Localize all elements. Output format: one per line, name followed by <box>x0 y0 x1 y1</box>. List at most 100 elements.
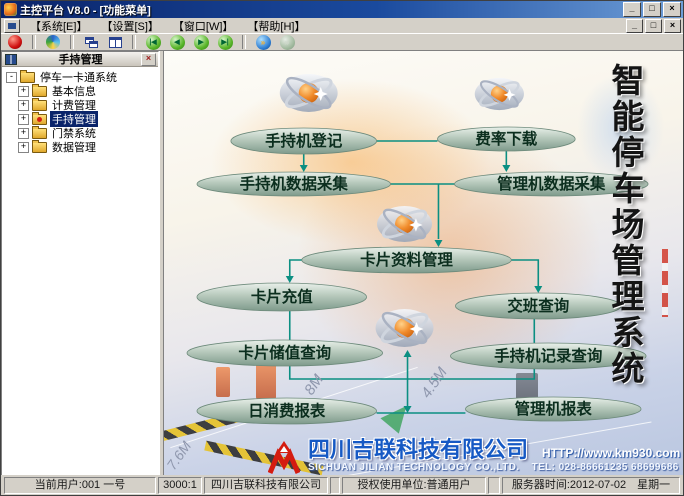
expander-plus-icon[interactable] <box>18 114 29 125</box>
expander-plus-icon[interactable] <box>18 100 29 111</box>
status-license: 授权使用单位:普通用户 <box>342 477 486 494</box>
svg-text:手持机记录查询: 手持机记录查询 <box>494 346 602 365</box>
minimize-button[interactable]: _ <box>623 2 641 17</box>
status-current-user: 当前用户:001 一号 <box>4 477 156 494</box>
folder-icon <box>32 128 47 139</box>
node-card-recharge[interactable]: 卡片充值 <box>197 283 367 311</box>
node-daily-report[interactable]: 日消费报表 <box>197 398 377 424</box>
expander-plus-icon[interactable] <box>18 86 29 97</box>
restore-button[interactable]: □ <box>643 2 661 17</box>
panel-grid-icon <box>5 54 17 65</box>
svg-text:卡片资料管理: 卡片资料管理 <box>360 250 453 269</box>
company-name-cn: 四川吉联科技有限公司 <box>308 439 528 461</box>
plan-measure-label: 8M <box>301 371 327 398</box>
svg-text:费率下载: 费率下载 <box>475 129 537 148</box>
company-name-en: SICHUAN JILIAN TECHNOLOGY CO.,LTD. <box>308 462 520 473</box>
sidebar: 手持管理 × 停车一卡通系统 基本信息 计费管理 <box>1 51 159 477</box>
tree-root[interactable]: 停车一卡通系统 <box>6 70 158 84</box>
nav-first-icon: |◀ <box>146 35 161 50</box>
node-handheld-data-collect[interactable]: 手持机数据采集 <box>197 172 391 196</box>
expander-plus-icon[interactable] <box>18 142 29 153</box>
cascade-icon <box>85 37 98 48</box>
atom-logo <box>475 77 524 111</box>
child-close-button[interactable]: × <box>664 19 681 33</box>
nav-prev-icon: ◀ <box>170 35 185 50</box>
nav-tree: 停车一卡通系统 基本信息 计费管理 手持管理 <box>2 67 158 476</box>
sidebar-close-button[interactable]: × <box>141 53 156 66</box>
vertical-system-title: 智能停车场管理系统 <box>601 63 649 408</box>
svg-text:管理机报表: 管理机报表 <box>515 399 593 418</box>
status-spacer <box>330 477 340 494</box>
cascade-windows-button[interactable] <box>81 34 101 50</box>
toolbar: |◀ ◀ ▶ ▶| » » <box>1 33 683 51</box>
nav-last-icon: ▶| <box>218 35 233 50</box>
tree-item-billing[interactable]: 计费管理 <box>6 98 158 112</box>
folder-icon <box>32 142 47 153</box>
window-title: 主控平台 V8.0 - [功能菜单] <box>20 2 623 18</box>
tile-icon <box>109 37 122 48</box>
folder-icon <box>20 72 35 83</box>
function-menu-canvas: 手持机登记 费率下载 手持机数据采集 管理机数据采集 卡片资料管理 <box>164 51 683 477</box>
node-handheld-register[interactable]: 手持机登记 <box>231 128 377 154</box>
exit-button[interactable] <box>5 34 25 50</box>
tree-item-data-manage[interactable]: 数据管理 <box>6 140 158 154</box>
svg-text:日消费报表: 日消费报表 <box>248 401 326 420</box>
company-banner: 四川吉联科技有限公司 HTTP://www.km930.com SICHUAN … <box>268 439 683 477</box>
menu-bar: 【系统[E]】 【设置[S]】 【窗口[W]】 【帮助[H]】 _ □ × <box>1 18 683 33</box>
nav-next-button[interactable]: ▶ <box>191 34 211 50</box>
expander-plus-icon[interactable] <box>18 128 29 139</box>
tree-item-handheld[interactable]: 手持管理 <box>6 112 158 126</box>
svg-text:管理机数据采集: 管理机数据采集 <box>497 174 606 193</box>
atom-logo <box>376 308 434 348</box>
company-logo-icon <box>268 441 300 475</box>
svg-text:手持机登记: 手持机登记 <box>265 131 343 150</box>
web-disabled-button: » <box>277 34 297 50</box>
child-minimize-button[interactable]: _ <box>626 19 643 33</box>
tile-windows-button[interactable] <box>105 34 125 50</box>
exit-icon <box>8 35 22 49</box>
folder-icon <box>32 86 47 97</box>
folder-icon <box>32 100 47 111</box>
status-spacer <box>488 477 500 494</box>
refresh-icon <box>46 35 60 49</box>
expander-minus-icon[interactable] <box>6 72 17 83</box>
nav-next-icon: ▶ <box>194 35 209 50</box>
child-window-icon[interactable] <box>4 19 20 33</box>
node-card-balance-query[interactable]: 卡片储值查询 <box>187 340 383 366</box>
close-button[interactable]: × <box>663 2 681 17</box>
tree-item-basic-info[interactable]: 基本信息 <box>6 84 158 98</box>
atom-logo <box>377 205 432 243</box>
main-window: 主控平台 V8.0 - [功能菜单] _ □ × 【系统[E]】 【设置[S]】… <box>0 0 684 496</box>
nav-prev-button[interactable]: ◀ <box>167 34 187 50</box>
plan-measure-label: 4.5M <box>418 364 451 401</box>
title-bar: 主控平台 V8.0 - [功能菜单] _ □ × <box>1 1 683 18</box>
menu-system[interactable]: 【系统[E]】 <box>23 18 94 34</box>
app-icon <box>4 3 17 16</box>
web-button[interactable]: » <box>253 34 273 50</box>
svg-text:交班查询: 交班查询 <box>507 296 569 315</box>
atom-logo <box>280 73 338 113</box>
web-disabled-icon: » <box>280 35 295 50</box>
status-server-time: 服务器时间:2012-07-02 星期一 <box>502 477 680 494</box>
svg-text:卡片充值: 卡片充值 <box>251 287 313 306</box>
node-card-info-manage[interactable]: 卡片资料管理 <box>302 247 512 273</box>
sidebar-header: 手持管理 × <box>2 52 158 67</box>
node-rate-download[interactable]: 费率下载 <box>437 127 575 151</box>
tree-item-access-control[interactable]: 门禁系统 <box>6 126 158 140</box>
menu-window[interactable]: 【窗口[W]】 <box>166 18 241 34</box>
web-icon: » <box>256 35 271 50</box>
status-bar: 当前用户:001 一号 3000:1 四川吉联科技有限公司 授权使用单位:普通用… <box>1 475 683 495</box>
plan-measure-label: 7.6M <box>164 438 194 473</box>
nav-last-button[interactable]: ▶| <box>215 34 235 50</box>
menu-settings[interactable]: 【设置[S]】 <box>94 18 165 34</box>
company-tel: TEL: 028-86661235 68699686 <box>532 462 679 473</box>
menu-help[interactable]: 【帮助[H]】 <box>240 18 312 34</box>
node-shift-query[interactable]: 交班查询 <box>455 293 621 319</box>
nav-first-button[interactable]: |◀ <box>143 34 163 50</box>
svg-text:手持机数据采集: 手持机数据采集 <box>240 174 349 193</box>
company-url[interactable]: HTTP://www.km930.com <box>542 446 680 460</box>
sidebar-title: 手持管理 <box>20 51 141 67</box>
refresh-button[interactable] <box>43 34 63 50</box>
svg-text:卡片储值查询: 卡片储值查询 <box>238 343 331 362</box>
child-restore-button[interactable]: □ <box>645 19 662 33</box>
